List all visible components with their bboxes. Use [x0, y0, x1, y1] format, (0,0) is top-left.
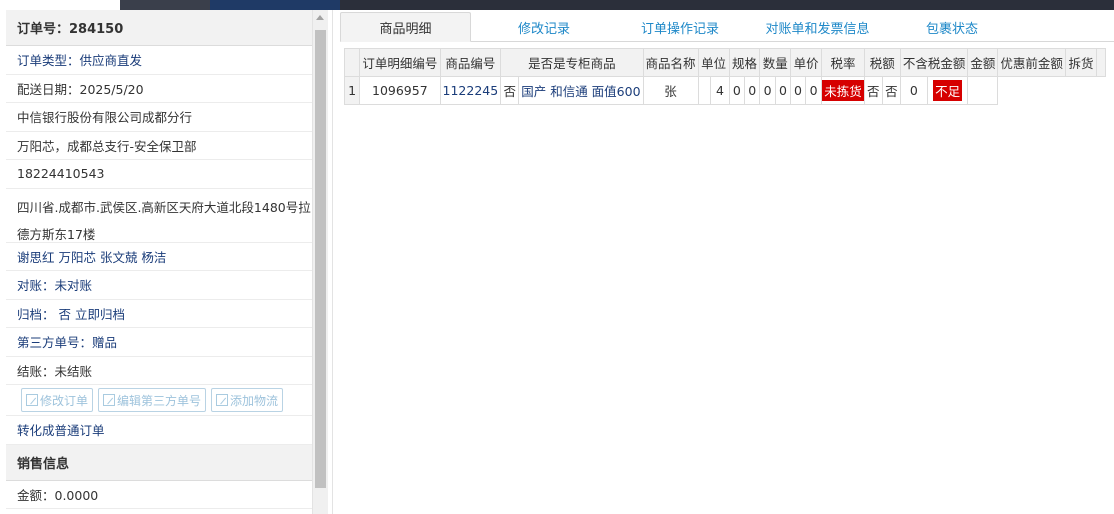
contact-phone: 18224410543: [6, 160, 312, 189]
action-buttons: 修改订单 编辑第三方单号 添加物流: [6, 385, 312, 416]
value-cell: 0: [804, 76, 823, 105]
is-counter-cell: 否: [500, 76, 520, 105]
customer-company: 中信银行股份有限公司成都分行: [6, 103, 312, 132]
edit-icon: [103, 394, 116, 406]
detail-id-cell: 1096957: [359, 76, 441, 105]
col-header[interactable]: 是否是专柜商品: [500, 48, 644, 77]
flag-cell: 否: [863, 76, 883, 105]
sales-amount: 金额：0.0000: [6, 481, 312, 509]
panel-divider: [332, 10, 333, 514]
edit-icon: [216, 394, 229, 406]
col-header[interactable]: 数量: [759, 48, 792, 77]
delivery-address: 四川省.成都市.武侯区.高新区天府大道北段1480号拉德方斯东17楼: [6, 189, 312, 243]
col-header[interactable]: 商品编号: [439, 48, 502, 77]
tab-operation-log[interactable]: 订单操作记录: [615, 12, 745, 42]
unit-cell: 张: [642, 76, 699, 105]
value-cell: 0: [774, 76, 792, 105]
edit-icon: [26, 394, 38, 406]
edit-order-button[interactable]: 修改订单: [21, 388, 94, 412]
tab-modification-log[interactable]: 修改记录: [480, 12, 608, 42]
related-staff: 谢思红 万阳芯 张文兢 杨洁: [6, 243, 312, 271]
edit-third-party-button[interactable]: 编辑第三方单号: [98, 388, 207, 412]
order-number-title: 订单号：284150: [6, 10, 312, 46]
stock-status-badge: 不足: [926, 76, 969, 105]
product-detail-table: 订单明细编号 商品编号 是否是专柜商品 商品名称 单位 规格 数量 单价 税率 …: [343, 48, 1114, 105]
delivery-date: 配送日期：2025/5/20: [6, 75, 312, 103]
settlement-status: 结账：未结账: [6, 357, 312, 385]
col-header[interactable]: 订单明细编号: [359, 48, 441, 77]
top-bar: [0, 0, 1114, 10]
value-cell: 0: [790, 76, 806, 105]
scroll-up-icon[interactable]: [316, 15, 324, 20]
tab-statement-invoice[interactable]: 对账单和发票信息: [750, 12, 885, 42]
convert-to-normal-order-link[interactable]: 转化成普通订单: [6, 416, 312, 445]
qty-cell: 4: [710, 76, 730, 105]
left-scrollbar[interactable]: [313, 10, 328, 514]
picking-status-badge: 未拣货: [821, 76, 865, 105]
scrollbar-thumb[interactable]: [315, 30, 326, 488]
tab-package-status[interactable]: 包裹状态: [890, 12, 1014, 42]
value-cell: 0: [759, 76, 776, 105]
col-header[interactable]: 拆货: [1064, 48, 1098, 77]
detail-tabs: 商品明细 修改记录 订单操作记录 对账单和发票信息 包裹状态: [340, 12, 1114, 42]
col-header[interactable]: 优惠前金额: [997, 48, 1066, 77]
table-row[interactable]: 1 1096957 1122245 否 国产 和信通 面值600 张 4 0 0…: [343, 76, 1114, 105]
order-type: 订单类型：供应商直发: [6, 46, 312, 75]
archive-status[interactable]: 归档： 否 立即归档: [6, 300, 312, 328]
col-header[interactable]: 税额: [863, 48, 901, 77]
col-header[interactable]: 不含税金额: [899, 48, 969, 77]
col-header[interactable]: 单价: [790, 48, 823, 77]
sales-info-title: 销售信息: [6, 444, 312, 481]
col-header[interactable]: 税率: [821, 48, 865, 77]
value-cell: 0: [728, 76, 746, 105]
order-info-panel: 订单号：284150 订单类型：供应商直发 配送日期：2025/5/20 中信银…: [6, 10, 313, 514]
row-index: 1: [343, 76, 361, 105]
contact-name: 万阳芯，成都总支行-安全保卫部: [6, 132, 312, 160]
value-cell: 0: [744, 76, 761, 105]
col-header[interactable]: 金额: [967, 48, 999, 77]
col-header[interactable]: 商品名称: [642, 48, 699, 77]
col-header[interactable]: 规格: [728, 48, 761, 77]
value-cell: 0: [899, 76, 928, 105]
spec-cell: [697, 76, 712, 105]
add-logistics-button[interactable]: 添加物流: [211, 388, 284, 412]
product-id-link[interactable]: 1122245: [439, 76, 502, 105]
flag-cell: 否: [881, 76, 901, 105]
col-header[interactable]: 单位: [697, 48, 730, 77]
table-header-row: 订单明细编号 商品编号 是否是专柜商品 商品名称 单位 规格 数量 单价 税率 …: [343, 48, 1114, 77]
product-name-link[interactable]: 国产 和信通 面值600: [518, 76, 644, 105]
third-party-number: 第三方单号：赠品: [6, 328, 312, 357]
reconcile-status: 对账：未对账: [6, 271, 312, 300]
tab-product-details[interactable]: 商品明细: [340, 12, 471, 42]
